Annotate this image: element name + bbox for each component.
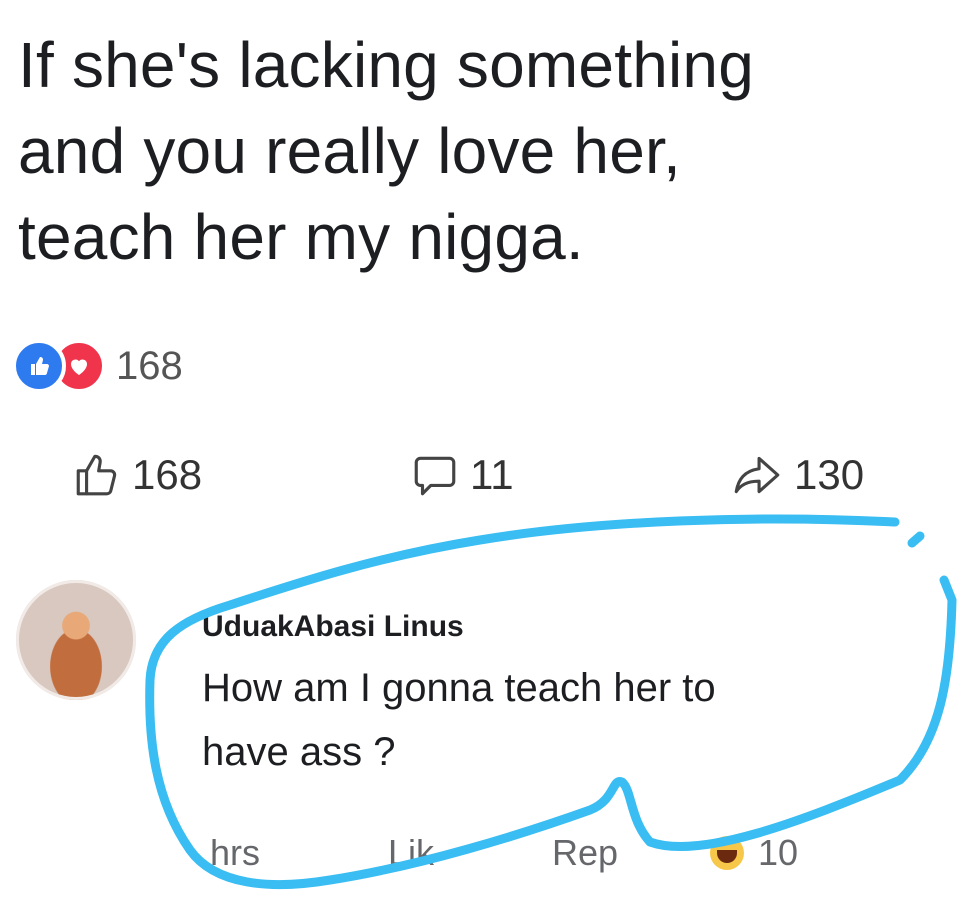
reactions-summary[interactable]: 168 bbox=[12, 339, 183, 393]
reactions-count: 168 bbox=[116, 343, 183, 388]
like-button[interactable]: 168 bbox=[72, 440, 202, 510]
haha-reaction-icon bbox=[710, 836, 744, 870]
share-button[interactable]: 130 bbox=[730, 440, 864, 510]
comment-time[interactable]: hrs bbox=[210, 832, 260, 874]
like-reaction-icon bbox=[12, 339, 66, 393]
share-count: 130 bbox=[794, 451, 865, 498]
post-text: If she's lacking something and you reall… bbox=[18, 22, 938, 280]
share-icon bbox=[734, 456, 780, 494]
thumbs-up-icon bbox=[76, 454, 117, 496]
comment-button[interactable]: 11 bbox=[410, 440, 514, 510]
comment-text-line: How am I gonna teach her to bbox=[202, 666, 716, 710]
like-count: 168 bbox=[132, 451, 203, 498]
comment-reaction-count: 10 bbox=[758, 832, 799, 873]
post-text-line: teach her my nigga. bbox=[18, 201, 584, 273]
comment-reply-link[interactable]: Rep bbox=[552, 832, 618, 874]
action-bar: 168 11 130 bbox=[0, 440, 960, 510]
comment-text-line: have ass ? bbox=[202, 730, 396, 774]
comment-text: How am I gonna teach her to have ass ? bbox=[202, 656, 882, 784]
comment-like-link[interactable]: Lik bbox=[388, 832, 434, 874]
post-text-line: If she's lacking something bbox=[18, 29, 755, 101]
comment-reactions[interactable]: 10 bbox=[710, 832, 798, 874]
comment-count: 11 bbox=[470, 451, 514, 498]
comment-icon bbox=[414, 456, 456, 496]
comment: UduakAbasi Linus How am I gonna teach he… bbox=[0, 570, 960, 920]
avatar[interactable] bbox=[16, 580, 136, 700]
comment-author[interactable]: UduakAbasi Linus bbox=[202, 610, 464, 644]
post-text-line: and you really love her, bbox=[18, 115, 681, 187]
